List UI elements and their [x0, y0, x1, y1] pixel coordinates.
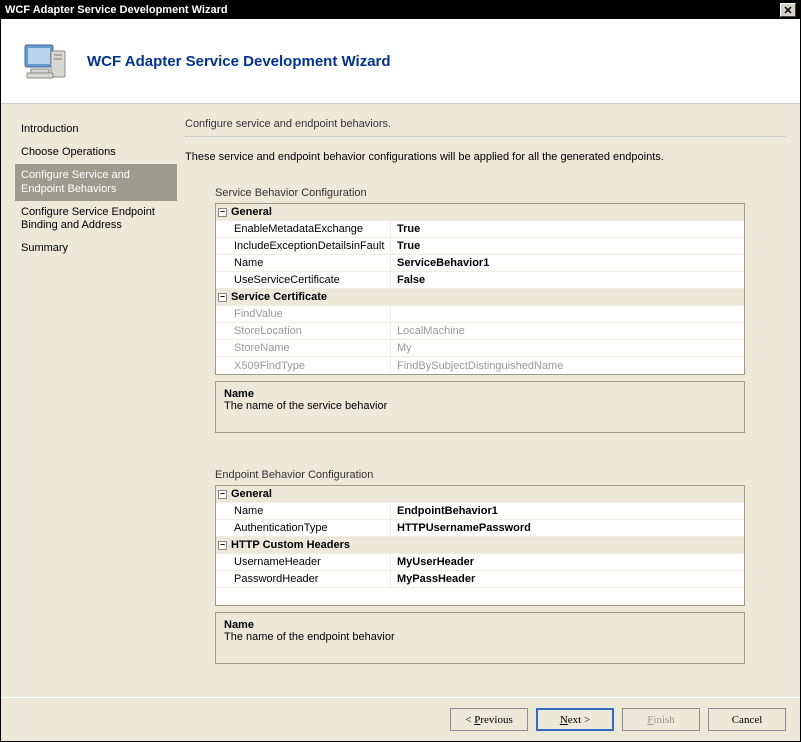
prop-row[interactable]: UsernameHeader MyUserHeader — [216, 554, 744, 571]
prop-label: IncludeExceptionDetailsinFault — [216, 238, 391, 254]
nav-choose-operations[interactable]: Choose Operations — [15, 141, 177, 164]
titlebar: WCF Adapter Service Development Wizard — [1, 1, 800, 19]
prop-value[interactable]: False — [391, 272, 744, 288]
prop-value: LocalMachine — [391, 323, 744, 339]
desc-text: The name of the service behavior — [224, 400, 736, 412]
prop-label: X509FindType — [216, 357, 391, 374]
prop-row: FindValue — [216, 306, 744, 323]
prop-value[interactable]: ServiceBehavior1 — [391, 255, 744, 271]
collapse-icon[interactable]: − — [218, 490, 227, 499]
service-behavior-grid: − General EnableMetadataExchange True In… — [215, 203, 745, 375]
prop-label: PasswordHeader — [216, 571, 391, 587]
computer-icon — [21, 37, 69, 85]
prop-value[interactable]: True — [391, 238, 744, 254]
cancel-button[interactable]: Cancel — [708, 708, 786, 731]
content-description: These service and endpoint behavior conf… — [185, 151, 786, 163]
prop-row: StoreName My — [216, 340, 744, 357]
desc-title: Name — [224, 619, 736, 631]
prop-row[interactable]: IncludeExceptionDetailsinFault True — [216, 238, 744, 255]
previous-button[interactable]: < Previous — [450, 708, 528, 731]
close-icon — [784, 6, 792, 14]
prop-label: UseServiceCertificate — [216, 272, 391, 288]
content-heading: Configure service and endpoint behaviors… — [185, 118, 786, 136]
category-http-headers[interactable]: − HTTP Custom Headers — [216, 537, 744, 554]
divider — [185, 136, 786, 137]
window-title: WCF Adapter Service Development Wizard — [5, 4, 780, 16]
category-general[interactable]: − General — [216, 486, 744, 503]
header-title: WCF Adapter Service Development Wizard — [87, 53, 391, 70]
prop-label: FindValue — [216, 306, 391, 322]
header: WCF Adapter Service Development Wizard — [1, 19, 800, 104]
finish-button: Finish — [622, 708, 700, 731]
category-label: Service Certificate — [231, 291, 327, 303]
prop-label: EnableMetadataExchange — [216, 221, 391, 237]
endpoint-desc-box: Name The name of the endpoint behavior — [215, 612, 745, 664]
category-label: General — [231, 206, 272, 218]
desc-title: Name — [224, 388, 736, 400]
desc-text: The name of the endpoint behavior — [224, 631, 736, 643]
category-label: HTTP Custom Headers — [231, 539, 350, 551]
prop-label: Name — [216, 255, 391, 271]
nav-configure-binding[interactable]: Configure Service Endpoint Binding and A… — [15, 201, 177, 237]
nav-introduction[interactable]: Introduction — [15, 118, 177, 141]
prop-value[interactable]: MyUserHeader — [391, 554, 744, 570]
category-general[interactable]: − General — [216, 204, 744, 221]
wizard-body: Introduction Choose Operations Configure… — [1, 104, 800, 697]
prop-row: StoreLocation LocalMachine — [216, 323, 744, 340]
prop-value[interactable]: True — [391, 221, 744, 237]
content-area: Configure service and endpoint behaviors… — [185, 118, 786, 683]
prop-row[interactable]: Name ServiceBehavior1 — [216, 255, 744, 272]
prop-value — [391, 306, 744, 322]
prop-value[interactable]: MyPassHeader — [391, 571, 744, 587]
prop-value: My — [391, 340, 744, 356]
prop-row[interactable]: EnableMetadataExchange True — [216, 221, 744, 238]
endpoint-behavior-label: Endpoint Behavior Configuration — [215, 469, 786, 481]
prop-label: Name — [216, 503, 391, 519]
prop-label: UsernameHeader — [216, 554, 391, 570]
category-label: General — [231, 488, 272, 500]
footer: < Previous Next > Finish Cancel — [1, 697, 800, 741]
service-desc-box: Name The name of the service behavior — [215, 381, 745, 433]
endpoint-behavior-grid: − General Name EndpointBehavior1 Authent… — [215, 485, 745, 606]
service-behavior-label: Service Behavior Configuration — [215, 187, 786, 199]
collapse-icon[interactable]: − — [218, 208, 227, 217]
prop-label: StoreLocation — [216, 323, 391, 339]
collapse-icon[interactable]: − — [218, 541, 227, 550]
category-service-certificate[interactable]: − Service Certificate — [216, 289, 744, 306]
collapse-icon[interactable]: − — [218, 293, 227, 302]
nav-configure-behaviors[interactable]: Configure Service and Endpoint Behaviors — [15, 164, 177, 200]
nav-summary[interactable]: Summary — [15, 237, 177, 260]
close-button[interactable] — [780, 3, 796, 17]
prop-row: X509FindType FindBySubjectDistinguishedN… — [216, 357, 744, 374]
wizard-window: WCF Adapter Service Development Wizard W… — [0, 0, 801, 742]
prop-label: AuthenticationType — [216, 520, 391, 536]
next-button[interactable]: Next > — [536, 708, 614, 731]
prop-value[interactable]: EndpointBehavior1 — [391, 503, 744, 519]
prop-label: StoreName — [216, 340, 391, 356]
sidebar: Introduction Choose Operations Configure… — [15, 118, 177, 683]
prop-row[interactable]: PasswordHeader MyPassHeader — [216, 571, 744, 588]
prop-row[interactable]: UseServiceCertificate False — [216, 272, 744, 289]
prop-row[interactable]: Name EndpointBehavior1 — [216, 503, 744, 520]
prop-row[interactable]: AuthenticationType HTTPUsernamePassword — [216, 520, 744, 537]
blank-row — [216, 588, 744, 605]
prop-value: FindBySubjectDistinguishedName — [391, 357, 744, 374]
prop-value[interactable]: HTTPUsernamePassword — [391, 520, 744, 536]
